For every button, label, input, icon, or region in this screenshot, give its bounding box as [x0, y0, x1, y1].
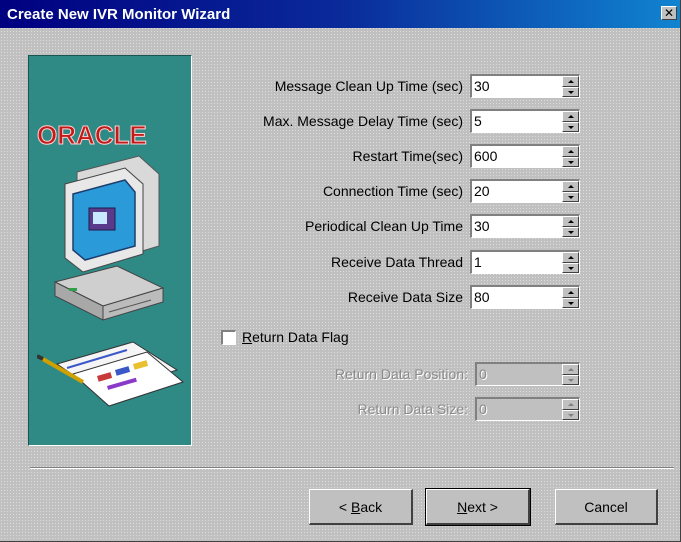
spinner-value[interactable]: 80	[474, 287, 490, 308]
max-message-delay-time-spinner[interactable]: 5	[470, 109, 580, 133]
spin-down-button[interactable]	[562, 297, 579, 308]
close-button[interactable]: ✕	[661, 6, 677, 20]
return-data-position-spinner[interactable]: 0	[475, 362, 580, 386]
spinner-value: 0	[479, 366, 487, 382]
restart-time-spinner[interactable]: 600	[470, 144, 580, 168]
spin-up-button[interactable]	[562, 287, 579, 298]
spin-down-button[interactable]	[562, 262, 579, 273]
spin-down-button[interactable]	[562, 156, 579, 167]
spinner-value[interactable]: 1	[474, 252, 482, 273]
spin-down-button[interactable]	[562, 226, 579, 237]
back-button[interactable]: < Back	[309, 489, 413, 525]
periodical-clean-up-time-spinner[interactable]: 30	[470, 214, 580, 238]
label-text: eturn Data Flag	[252, 329, 349, 345]
field-label: Receive Data Thread	[330, 254, 463, 270]
spinner-value[interactable]: 30	[474, 76, 490, 97]
wizard-side-panel: ORACLE	[28, 55, 192, 446]
next-button[interactable]: Next >	[425, 488, 531, 526]
computer-icon	[53, 155, 165, 321]
spin-up-button	[562, 399, 579, 410]
label-part: ack	[360, 498, 383, 515]
field-label: Connection Time (sec)	[322, 183, 463, 199]
form-row: Return Data Position: 0	[270, 362, 580, 386]
spin-up-button[interactable]	[562, 111, 579, 122]
wizard-window: Create New IVR Monitor Wizard ✕ ORACLE M…	[0, 0, 681, 542]
spin-down-button	[562, 409, 579, 420]
return-data-flag-checkbox[interactable]	[221, 329, 236, 345]
receive-data-size-spinner[interactable]: 80	[470, 285, 580, 309]
spinner-value[interactable]: 30	[474, 216, 490, 237]
spin-down-button[interactable]	[562, 86, 579, 97]
title-bar[interactable]: Create New IVR Monitor Wizard ✕	[0, 0, 680, 28]
button-label: < Back	[339, 499, 382, 515]
mnemonic-letter: N	[457, 498, 468, 515]
spinner-value[interactable]: 20	[474, 181, 490, 202]
window-title: Create New IVR Monitor Wizard	[7, 5, 231, 23]
return-data-flag-label[interactable]: Return Data Flag	[242, 329, 349, 345]
spinner-value: 0	[479, 401, 487, 417]
documents-icon	[37, 341, 185, 407]
footer-separator	[30, 467, 674, 469]
field-label: Max. Message Delay Time (sec)	[263, 113, 463, 129]
button-label: Next >	[457, 499, 498, 515]
receive-data-thread-spinner[interactable]: 1	[470, 250, 580, 274]
return-data-size-spinner[interactable]: 0	[475, 397, 580, 421]
button-label: Cancel	[584, 498, 628, 515]
spin-up-button[interactable]	[562, 146, 579, 157]
form-row: Max. Message Delay Time (sec) 5	[200, 109, 580, 133]
field-label: Receive Data Size	[347, 289, 463, 305]
label-part: <	[338, 498, 351, 515]
connection-time-spinner[interactable]: 20	[470, 179, 580, 203]
mnemonic-letter: B	[350, 498, 361, 515]
return-data-flag-checkbox-row[interactable]: Return Data Flag	[221, 327, 349, 347]
spinner-value[interactable]: 5	[474, 111, 482, 132]
brand-logo: ORACLE	[37, 120, 148, 151]
spinner-value[interactable]: 600	[474, 146, 497, 167]
spin-down-button[interactable]	[562, 121, 579, 132]
form-row: Receive Data Thread 1	[200, 250, 580, 274]
close-icon: ✕	[663, 6, 675, 20]
cancel-button[interactable]: Cancel	[555, 489, 658, 525]
spin-down-button[interactable]	[562, 191, 579, 202]
form-row: Receive Data Size 80	[200, 285, 580, 309]
mnemonic-letter: R	[242, 329, 253, 345]
spin-up-button[interactable]	[562, 181, 579, 192]
spin-up-button[interactable]	[562, 216, 579, 227]
return-data-position-label: Return Data Position:	[334, 366, 468, 382]
spin-up-button[interactable]	[562, 76, 579, 87]
spin-up-button	[562, 364, 579, 375]
form-row: Return Data Size: 0	[270, 397, 580, 421]
form-row: Restart Time(sec) 600	[200, 144, 580, 168]
spin-down-button	[562, 374, 579, 385]
message-clean-up-time-spinner[interactable]: 30	[470, 74, 580, 98]
form-row: Connection Time (sec) 20	[200, 179, 580, 203]
field-label: Restart Time(sec)	[352, 148, 463, 164]
form-row: Periodical Clean Up Time 30	[200, 214, 580, 238]
return-data-size-label: Return Data Size:	[357, 401, 469, 417]
field-label: Message Clean Up Time (sec)	[274, 78, 463, 94]
field-label: Periodical Clean Up Time	[305, 218, 463, 234]
spin-up-button[interactable]	[562, 252, 579, 263]
form-row: Message Clean Up Time (sec) 30	[200, 74, 580, 98]
label-part: ext >	[467, 498, 498, 515]
